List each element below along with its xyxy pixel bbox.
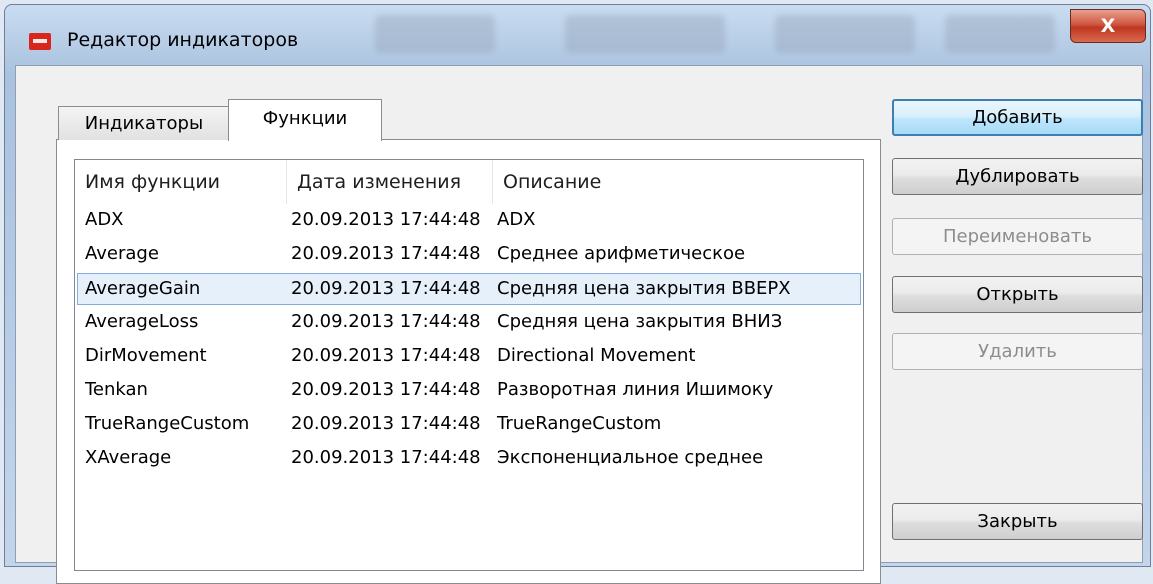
cell-name: AverageLoss [85, 311, 199, 332]
column-header-date[interactable]: Дата изменения [287, 160, 493, 204]
cell-name: TrueRangeCustom [85, 413, 250, 434]
cell-description: Directional Movement [497, 345, 696, 366]
dialog-window: Редактор индикаторов X Индикаторы Функци… [4, 4, 1151, 584]
cell-description: ADX [497, 209, 536, 230]
close-button[interactable]: Закрыть [892, 503, 1143, 540]
list-item[interactable]: XAverage 20.09.2013 17:44:48 Экспоненциаль… [77, 443, 861, 475]
column-header-name[interactable]: Имя функции [75, 160, 287, 204]
background-blur [375, 15, 495, 53]
list-item[interactable]: AverageLoss 20.09.2013 17:44:48 Средняя це… [77, 307, 861, 339]
cell-date: 20.09.2013 17:44:48 [291, 209, 481, 230]
cell-description: Среднее арифметическое [497, 243, 746, 264]
dialog-client-area: Индикаторы Функции Имя функции Дата изме… [15, 65, 1143, 584]
functions-list[interactable]: Имя функции Дата изменения Описание ADX 2… [74, 159, 864, 571]
list-item[interactable]: Average 20.09.2013 17:44:48 Среднее арифме… [77, 239, 861, 271]
app-logo-icon [29, 33, 51, 50]
cell-description: TrueRangeCustom [497, 413, 662, 434]
delete-button[interactable]: Удалить [892, 333, 1143, 370]
list-item[interactable]: ADX 20.09.2013 17:44:48 ADX [77, 205, 861, 237]
tab-functions[interactable]: Функции [228, 99, 382, 141]
cell-description: Средняя цена закрытия ВВЕРХ [497, 278, 791, 299]
background-blur [775, 15, 915, 53]
cell-date: 20.09.2013 17:44:48 [291, 345, 481, 366]
background-blur [945, 15, 1055, 53]
open-button[interactable]: Открыть [892, 276, 1143, 313]
cell-date: 20.09.2013 17:44:48 [291, 413, 481, 434]
background-blur [565, 15, 725, 53]
cell-date: 20.09.2013 17:44:48 [291, 278, 481, 299]
cell-name: XAverage [85, 447, 172, 468]
rename-button[interactable]: Переименовать [892, 218, 1143, 255]
close-window-button[interactable]: X [1070, 9, 1146, 43]
tab-label: Индикаторы [84, 113, 204, 134]
column-header-description[interactable]: Описание [493, 160, 863, 204]
cell-description: Средняя цена закрытия ВНИЗ [497, 311, 783, 332]
tab-label: Функции [262, 108, 348, 129]
cell-name: ADX [85, 209, 124, 230]
cell-date: 20.09.2013 17:44:48 [291, 447, 481, 468]
cell-date: 20.09.2013 17:44:48 [291, 243, 481, 264]
tab-indicators[interactable]: Индикаторы [58, 106, 230, 140]
cell-name: Tenkan [85, 379, 148, 400]
window-title: Редактор индикаторов [67, 29, 299, 51]
cell-name: DirMovement [85, 345, 207, 366]
list-item[interactable]: TrueRangeCustom 20.09.2013 17:44:48 TrueRa… [77, 409, 861, 441]
cell-date: 20.09.2013 17:44:48 [291, 379, 481, 400]
cell-name: Average [85, 243, 159, 264]
close-icon: X [1100, 15, 1116, 37]
cell-description: Разворотная линия Ишимоку [497, 379, 774, 400]
cell-name: AverageGain [85, 278, 201, 299]
duplicate-button[interactable]: Дублировать [892, 158, 1143, 195]
list-item[interactable]: Tenkan 20.09.2013 17:44:48 Разворотная лин… [77, 375, 861, 407]
cell-description: Экспоненциальное среднее [497, 447, 764, 468]
add-button[interactable]: Добавить [892, 99, 1143, 136]
list-item[interactable]: DirMovement 20.09.2013 17:44:48 Directiona… [77, 341, 861, 373]
cell-date: 20.09.2013 17:44:48 [291, 311, 481, 332]
list-item[interactable]: AverageGain 20.09.2013 17:44:48 Средняя це… [77, 273, 861, 305]
